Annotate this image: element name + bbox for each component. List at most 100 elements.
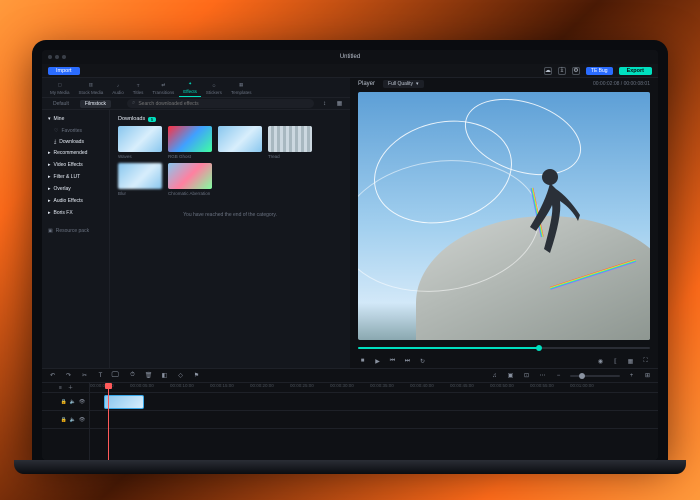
- stop-button[interactable]: ■: [358, 357, 367, 366]
- video-viewport[interactable]: [358, 92, 650, 340]
- tab-effects[interactable]: ✦Effects: [179, 78, 201, 97]
- timeline-toolbar: ↶ ↷ ✂ T ⃢ ⏱ 🗑 ◧ ◇ ⚑ ♫ ▣ ⊡ ⋯ − + ⊞: [42, 369, 658, 383]
- hide-track-button[interactable]: 👁: [79, 417, 85, 423]
- sidebar-item-overlay[interactable]: ▸Overlay: [42, 183, 109, 195]
- sidebar-item-recommended[interactable]: ▸Recommended: [42, 147, 109, 159]
- collapse-tracks-button[interactable]: ≡: [58, 385, 64, 391]
- lock-track-button[interactable]: 🔒: [61, 417, 67, 423]
- render-preview-button[interactable]: ▣: [506, 371, 515, 380]
- sidebar-item-boris-fx[interactable]: ▸Boris FX: [42, 207, 109, 219]
- player-panel: Player Full Quality▾ 00:00:02:08 / 00:00…: [350, 78, 658, 368]
- chevron-right-icon: ▸: [48, 150, 51, 156]
- hide-track-button[interactable]: 👁: [79, 399, 85, 405]
- tab-titles[interactable]: TTitles: [129, 79, 148, 97]
- effect-thumb[interactable]: Tread: [268, 126, 312, 159]
- effect-thumb[interactable]: Blur: [118, 163, 162, 196]
- import-button[interactable]: Import: [48, 67, 80, 75]
- redo-button[interactable]: ↷: [64, 371, 73, 380]
- chevron-right-icon: ▸: [48, 162, 51, 168]
- sidebar-item-downloads[interactable]: ⤓Downloads: [42, 136, 109, 147]
- delete-button[interactable]: 🗑: [144, 371, 153, 380]
- sidebar-item-filter-lut[interactable]: ▸Filter & LUT: [42, 171, 109, 183]
- time-current: 00:00:02:08: [593, 81, 619, 87]
- grid-view-icon[interactable]: ▦: [335, 99, 344, 108]
- effect-thumb[interactable]: Chromatic Aberration: [168, 163, 212, 196]
- speed-button[interactable]: ⏱: [128, 371, 137, 380]
- marker-button[interactable]: ⚑: [192, 371, 201, 380]
- timeline-tracks[interactable]: 00:00:00:00 00:00:05:00 00:00:10:00 00:0…: [90, 383, 658, 460]
- tab-stickers[interactable]: ☺Stickers: [202, 79, 226, 97]
- time-ruler[interactable]: 00:00:00:00 00:00:05:00 00:00:10:00 00:0…: [90, 383, 658, 393]
- settings-icon[interactable]: ⚙: [572, 67, 580, 75]
- tab-stock-media[interactable]: ▥Stock Media: [75, 79, 108, 97]
- heart-icon: ♡: [54, 128, 58, 134]
- effect-thumb[interactable]: [218, 126, 262, 159]
- next-frame-button[interactable]: ⏭: [403, 357, 412, 366]
- sidebar-item-video-effects[interactable]: ▸Video Effects: [42, 159, 109, 171]
- sidebar-item-favorites[interactable]: ♡Favorites: [42, 125, 109, 136]
- sidebar-item-resource-pack[interactable]: ▣Resource pack: [42, 225, 109, 236]
- player-label: Player: [358, 81, 375, 87]
- search-icon: ⌕: [132, 100, 135, 107]
- zoom-slider[interactable]: [570, 375, 620, 377]
- tab-transitions[interactable]: ⇄Transitions: [148, 79, 178, 97]
- chevron-right-icon: ▸: [48, 174, 51, 180]
- sidebar-item-audio-effects[interactable]: ▸Audio Effects: [42, 195, 109, 207]
- video-track-header: 🔒 🔈 👁: [42, 393, 89, 411]
- video-clip[interactable]: [104, 395, 144, 409]
- snap-button[interactable]: ⊡: [522, 371, 531, 380]
- effects-icon: ✦: [186, 80, 194, 88]
- effect-thumb[interactable]: Waves: [118, 126, 162, 159]
- zoom-in-button[interactable]: +: [627, 371, 636, 380]
- crop-button[interactable]: ⃢: [112, 371, 121, 380]
- zoom-fit-button[interactable]: ⊞: [643, 371, 652, 380]
- search-field[interactable]: ⌕: [127, 99, 314, 108]
- prev-frame-button[interactable]: ⏮: [388, 357, 397, 366]
- fullscreen-button[interactable]: ⛶: [641, 357, 650, 366]
- window-min-icon[interactable]: [55, 55, 59, 59]
- save-icon[interactable]: ⤓: [558, 67, 566, 75]
- mute-track-button[interactable]: 🔈: [70, 399, 76, 405]
- sort-icon[interactable]: ↕: [320, 99, 329, 108]
- zoom-out-button[interactable]: −: [554, 371, 563, 380]
- mark-in-button[interactable]: ⟦: [611, 357, 620, 366]
- subtab-filmstock[interactable]: Filmstock: [80, 100, 111, 108]
- transition-icon: ⇄: [159, 81, 167, 89]
- top-toolbar: Import ☁ ⤓ ⚙ TE Bug Export: [42, 64, 658, 78]
- track-options-button[interactable]: ⋯: [538, 371, 547, 380]
- tab-audio[interactable]: ♪Audio: [108, 79, 128, 97]
- play-button[interactable]: ▶: [373, 357, 382, 366]
- audio-mixer-button[interactable]: ♫: [490, 371, 499, 380]
- snapshot-button[interactable]: ◉: [596, 357, 605, 366]
- chevron-down-icon: ▾: [416, 81, 419, 87]
- subtab-default[interactable]: Default: [48, 100, 74, 108]
- search-input[interactable]: [138, 101, 309, 107]
- package-icon: ▣: [48, 228, 53, 234]
- text-tool-button[interactable]: T: [96, 371, 105, 380]
- tab-templates[interactable]: ▦Templates: [227, 79, 256, 97]
- playback-slider[interactable]: [358, 347, 650, 349]
- layout-button[interactable]: ▦: [626, 357, 635, 366]
- window-close-icon[interactable]: [48, 55, 52, 59]
- loop-button[interactable]: ↻: [418, 357, 427, 366]
- time-total: 00:00:08:01: [624, 81, 650, 87]
- bug-report-button[interactable]: TE Bug: [586, 67, 613, 75]
- window-titlebar: Untitled: [42, 50, 658, 64]
- effect-thumb[interactable]: RGB Ghost: [168, 126, 212, 159]
- chevron-right-icon: ▸: [48, 198, 51, 204]
- cloud-icon[interactable]: ☁: [544, 67, 552, 75]
- mute-track-button[interactable]: 🔈: [70, 417, 76, 423]
- undo-button[interactable]: ↶: [48, 371, 57, 380]
- lock-track-button[interactable]: 🔒: [61, 399, 67, 405]
- tab-my-media[interactable]: ▢My Media: [46, 79, 74, 97]
- sidebar-group-mine[interactable]: ▾Mine: [42, 113, 109, 125]
- playhead[interactable]: [108, 383, 109, 460]
- quality-select[interactable]: Full Quality▾: [383, 80, 424, 88]
- window-max-icon[interactable]: [62, 55, 66, 59]
- library-panel: ▢My Media ▥Stock Media ♪Audio TTitles ⇄T…: [42, 78, 350, 368]
- add-track-button[interactable]: ＋: [68, 385, 74, 391]
- keyframe-button[interactable]: ◇: [176, 371, 185, 380]
- export-button[interactable]: Export: [619, 67, 652, 75]
- color-button[interactable]: ◧: [160, 371, 169, 380]
- cut-button[interactable]: ✂: [80, 371, 89, 380]
